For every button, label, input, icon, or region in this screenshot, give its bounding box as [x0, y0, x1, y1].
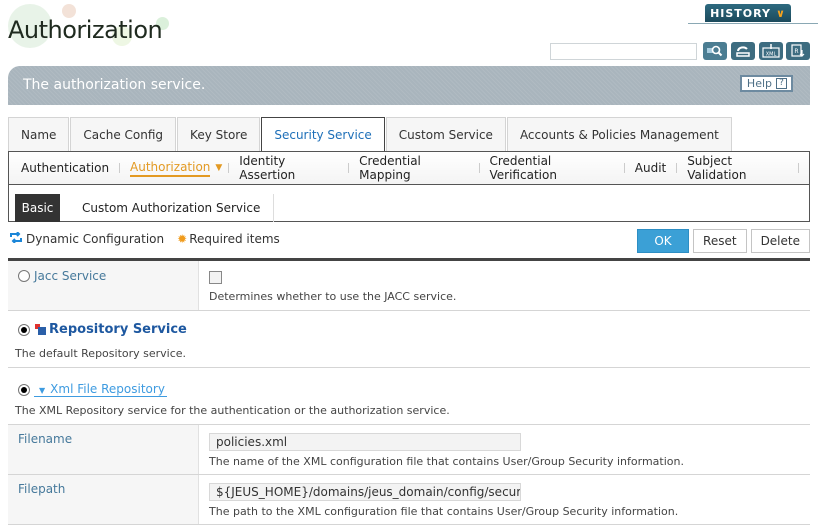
jacc-service-row: Jacc Service Determines whether to use t… — [8, 261, 810, 311]
refresh-button[interactable] — [731, 42, 755, 60]
xml-file-repository-toggle[interactable]: ▼ Xml File Repository — [34, 382, 167, 397]
subtab-label: Subject Validation — [687, 154, 747, 182]
filepath-description: The path to the XML configuration file t… — [209, 505, 679, 518]
xml-file-repository-label: Xml File Repository — [50, 382, 165, 396]
help-button[interactable]: Help ? — [739, 75, 793, 92]
label-cell: Filename — [8, 425, 198, 474]
search-input[interactable] — [550, 43, 697, 60]
description-banner: The authorization service. Help ? — [8, 66, 810, 105]
repository-service-radio[interactable] — [18, 323, 30, 336]
subtab-label: Credential Verification — [489, 154, 557, 182]
dynamic-config-icon — [10, 231, 22, 246]
subtab-label: Credential Mapping — [359, 154, 421, 182]
label-cell: Filepath — [8, 475, 198, 524]
separator — [228, 163, 230, 173]
filename-description: The name of the XML configuration file t… — [209, 455, 684, 468]
ok-button[interactable]: OK — [637, 229, 690, 253]
tab-custom-authorization-service[interactable]: Custom Authorization Service — [61, 194, 275, 222]
separator — [623, 163, 625, 173]
separator — [798, 163, 800, 173]
jacc-service-radio[interactable] — [18, 270, 30, 282]
filepath-row: Filepath ${JEUS_HOME}/domains/jeus_domai… — [8, 475, 810, 525]
sub-tabs: Authentication Authorization ▼ Identity A… — [8, 151, 810, 185]
search-icon — [707, 45, 723, 57]
tab-cache-config[interactable]: Cache Config — [70, 117, 177, 151]
value-cell: Determines whether to use the JACC servi… — [198, 261, 810, 310]
xml-button[interactable]: XML — [759, 42, 783, 60]
subtab-label: Authorization — [130, 160, 211, 177]
svg-text:XML: XML — [766, 52, 777, 58]
subtab-credential-mapping[interactable]: Credential Mapping — [359, 154, 468, 182]
tab-basic[interactable]: Basic — [15, 194, 60, 222]
main-tabs: Name Cache Config Key Store Security Ser… — [8, 117, 733, 152]
repository-icon — [35, 324, 47, 335]
separator — [478, 163, 480, 173]
separator — [676, 163, 678, 173]
xml-file-repository-radio[interactable] — [18, 383, 30, 396]
filename-input[interactable]: policies.xml — [209, 433, 521, 451]
tab-custom-service[interactable]: Custom Service — [385, 117, 506, 151]
dynamic-config-label: Dynamic Configuration — [26, 232, 165, 246]
xml-icon: XML — [762, 44, 780, 58]
tab-name[interactable]: Name — [8, 117, 70, 151]
repository-service-section: Repository Service The default Repositor… — [8, 311, 810, 368]
filepath-input[interactable]: ${JEUS_HOME}/domains/jeus_domain/config/… — [209, 483, 521, 501]
export-icon: R — [791, 44, 805, 57]
action-buttons: OK Reset Delete — [637, 229, 810, 253]
subtab-subject-validation[interactable]: Subject Validation — [687, 154, 788, 182]
jacc-service-checkbox[interactable] — [209, 271, 222, 284]
tab-key-store[interactable]: Key Store — [177, 117, 261, 151]
label-cell: Jacc Service — [8, 261, 198, 310]
reset-button[interactable]: Reset — [693, 229, 747, 253]
required-icon: ✹ — [177, 232, 188, 246]
xml-file-repository-section: ▼ Xml File Repository The XML Repository … — [8, 368, 810, 425]
export-button[interactable]: R — [786, 42, 810, 60]
legend: Dynamic Configuration ✹ Required items — [10, 231, 280, 246]
required-label: Required items — [189, 232, 280, 246]
subtab-authentication[interactable]: Authentication — [21, 161, 109, 175]
jacc-service-label: Jacc Service — [18, 269, 106, 283]
separator — [119, 163, 121, 173]
separator — [348, 163, 350, 173]
tab-accounts-policies[interactable]: Accounts & Policies Management — [506, 117, 732, 151]
subtab-audit[interactable]: Audit — [635, 161, 666, 175]
filepath-label: Filepath — [18, 482, 66, 496]
subtab-identity-assertion[interactable]: Identity Assertion — [239, 154, 338, 182]
jacc-service-description: Determines whether to use the JACC servi… — [209, 290, 457, 303]
banner-description: The authorization service. — [23, 77, 206, 93]
search-button[interactable] — [703, 42, 727, 60]
repository-service-title: Repository Service — [18, 322, 187, 337]
subtab-credential-verification[interactable]: Credential Verification — [490, 154, 614, 182]
help-label: Help — [746, 77, 772, 90]
subtab-label: Audit — [634, 161, 667, 175]
subtab-authorization[interactable]: Authorization ▼ — [130, 160, 222, 177]
third-tabs: Basic Custom Authorization Service — [8, 184, 810, 222]
xml-file-repository-title: ▼ Xml File Repository — [18, 382, 167, 397]
delete-button[interactable]: Delete — [750, 229, 810, 253]
history-label: HISTORY — [710, 6, 771, 20]
repository-service-label: Repository Service — [49, 322, 187, 337]
chevron-down-icon: ∨ — [775, 6, 786, 20]
value-cell: policies.xml The name of the XML configu… — [198, 425, 810, 474]
history-button[interactable]: HISTORY ∨ — [705, 4, 791, 22]
page-title: Authorization — [8, 16, 163, 44]
jacc-service-label-text: Jacc Service — [34, 269, 107, 283]
subtab-label: Identity Assertion — [239, 154, 296, 182]
filename-label: Filename — [18, 432, 73, 446]
help-icon: ? — [776, 78, 787, 89]
repository-service-description: The default Repository service. — [15, 347, 187, 360]
filename-row: Filename policies.xml The name of the XM… — [8, 425, 810, 475]
refresh-icon — [736, 45, 750, 57]
subtab-label: Authentication — [21, 161, 110, 175]
triangle-down-icon: ▼ — [39, 386, 46, 395]
value-cell: ${JEUS_HOME}/domains/jeus_domain/config/… — [198, 475, 810, 524]
svg-text:R: R — [794, 48, 798, 55]
caret-down-icon: ▼ — [215, 163, 223, 173]
xml-file-repository-description: The XML Repository service for the authe… — [15, 404, 450, 417]
tab-security-service[interactable]: Security Service — [261, 117, 385, 152]
